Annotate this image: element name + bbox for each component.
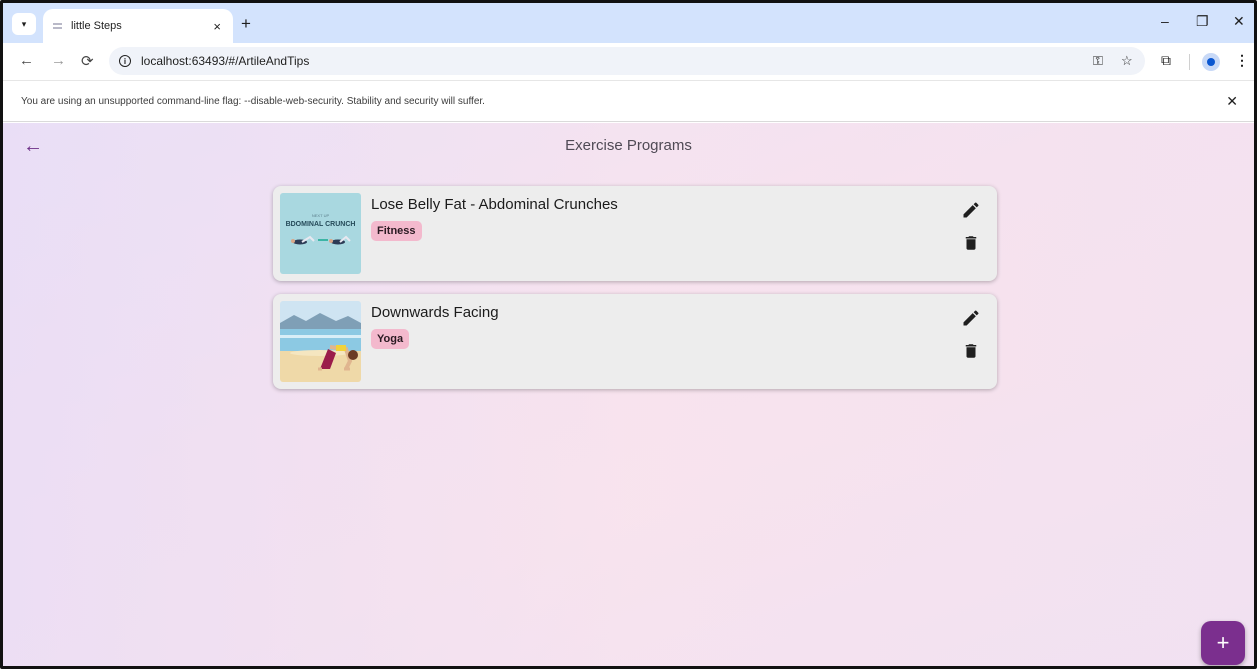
address-bar[interactable]: i localhost:63493/#/ArtileAndTips ⚿ ☆ xyxy=(109,47,1145,75)
window-close-icon[interactable]: ✕ xyxy=(1233,13,1245,30)
url-text[interactable]: localhost:63493/#/ArtileAndTips xyxy=(141,54,309,68)
browser-tab[interactable]: little Steps × xyxy=(43,9,233,43)
tab-title: little Steps xyxy=(71,20,122,32)
app-content: ← Exercise Programs NEXT UP BDOMINAL CRU… xyxy=(3,123,1254,666)
more-menu-icon[interactable]: ⋮ xyxy=(1235,52,1249,69)
tab-strip: ▾ little Steps × + – ❐ ✕ xyxy=(3,3,1254,43)
minimize-icon[interactable]: – xyxy=(1161,13,1169,29)
program-list: NEXT UP BDOMINAL CRUNCH Lose Belly Fat -… xyxy=(273,186,997,402)
reload-icon[interactable]: ⟳ xyxy=(81,52,94,70)
delete-trash-icon[interactable] xyxy=(962,341,980,361)
program-card[interactable]: NEXT UP BDOMINAL CRUNCH Lose Belly Fat -… xyxy=(273,186,997,281)
infobar-close-icon[interactable]: ✕ xyxy=(1226,93,1238,110)
info-icon[interactable]: i xyxy=(119,55,131,67)
tab-search-menu-icon[interactable]: ▾ xyxy=(12,13,36,35)
edit-pencil-icon[interactable] xyxy=(961,308,981,328)
category-chip: Fitness xyxy=(371,221,422,241)
extensions-icon[interactable]: ⧉ xyxy=(1161,52,1171,69)
warning-infobar: You are using an unsupported command-lin… xyxy=(3,80,1254,122)
delete-trash-icon[interactable] xyxy=(962,233,980,253)
toolbar-divider xyxy=(1189,54,1190,70)
tab-close-icon[interactable]: × xyxy=(213,19,221,34)
forward-icon[interactable]: → xyxy=(51,52,66,69)
thumbnail-caption-small: NEXT UP xyxy=(312,213,330,218)
program-thumbnail xyxy=(280,301,361,382)
program-title: Lose Belly Fat - Abdominal Crunches xyxy=(371,196,618,213)
password-key-icon[interactable]: ⚿ xyxy=(1093,53,1103,69)
back-icon[interactable]: ← xyxy=(19,52,34,69)
bookmark-star-icon[interactable]: ☆ xyxy=(1121,53,1133,69)
program-thumbnail: NEXT UP BDOMINAL CRUNCH xyxy=(280,193,361,274)
add-program-button[interactable]: + xyxy=(1201,621,1245,665)
infobar-message: You are using an unsupported command-lin… xyxy=(21,95,485,107)
page-title: Exercise Programs xyxy=(565,137,692,154)
program-card[interactable]: Downwards Facing Yoga xyxy=(273,294,997,389)
new-tab-icon[interactable]: + xyxy=(241,14,251,34)
category-chip: Yoga xyxy=(371,329,410,349)
program-title: Downwards Facing xyxy=(371,304,499,321)
restore-icon[interactable]: ❐ xyxy=(1196,13,1209,30)
profile-icon[interactable] xyxy=(1202,53,1220,71)
tab-favicon-icon xyxy=(53,21,63,31)
browser-window: ▾ little Steps × + – ❐ ✕ ← → ⟳ i localho… xyxy=(0,0,1257,669)
edit-pencil-icon[interactable] xyxy=(961,200,981,220)
thumbnail-caption: BDOMINAL CRUNCH xyxy=(286,221,356,228)
browser-toolbar: ← → ⟳ i localhost:63493/#/ArtileAndTips … xyxy=(3,43,1254,80)
